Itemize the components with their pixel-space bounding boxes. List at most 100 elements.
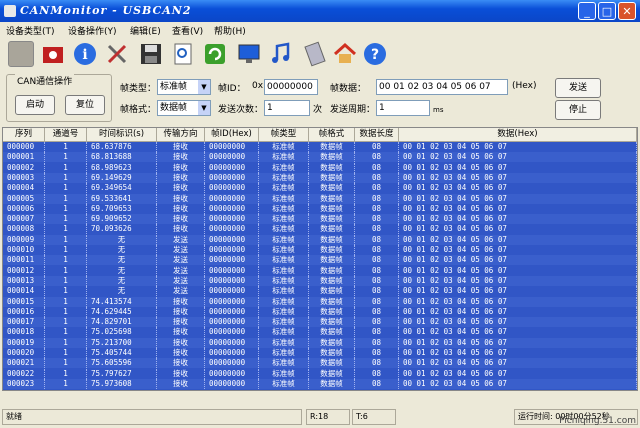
menu-help[interactable]: 帮助(H) (214, 24, 246, 37)
cell-timestamp: 无 (87, 275, 157, 286)
frame-data-input[interactable]: 00 01 02 03 04 05 06 07 (376, 79, 508, 95)
cell-timestamp: 69.149629 (87, 172, 157, 183)
menu-device-operation[interactable]: 设备操作(Y) (68, 24, 117, 37)
table-row[interactable]: 000004 1 69.349654 接收 00000000 标准帧 数据帧 08 00 01 … (3, 183, 637, 194)
cell-data: 00 01 02 03 04 05 06 07 (399, 317, 637, 328)
preview-icon[interactable] (170, 41, 196, 67)
frame-type-select[interactable]: 标准帧 ▼ (157, 79, 211, 95)
cell-timestamp: 74.413574 (87, 296, 157, 307)
cell-channel: 1 (45, 265, 87, 276)
maximize-button[interactable]: □ (598, 2, 616, 20)
info-icon[interactable]: i (72, 41, 98, 67)
frame-format-select[interactable]: 数据帧 ▼ (157, 100, 211, 116)
table-row[interactable]: 000013 1 无发送 00000000 标准帧 数据帧 08 00 01 02 03 04… (3, 275, 637, 286)
record-icon[interactable] (40, 41, 66, 67)
header-frame-format[interactable]: 帧格式 (309, 128, 355, 141)
table-row[interactable]: 000001 1 68.813688 接收 00000000 标准帧 数据帧 08 00 01 … (3, 152, 637, 163)
cell-timestamp: 69.709653 (87, 203, 157, 214)
send-button[interactable]: 发送 (555, 78, 601, 98)
cell-frame-type: 标准帧 (259, 348, 309, 358)
header-data[interactable]: 数据(Hex) (399, 128, 637, 141)
home-icon[interactable] (332, 41, 358, 67)
can-operation-group: CAN通信操作 启动 复位 (6, 74, 112, 122)
table-row[interactable]: 000010 1 无发送 00000000 标准帧 数据帧 08 00 01 02 03 04… (3, 245, 637, 255)
table-row[interactable]: 000009 1 无发送 00000000 标准帧 数据帧 08 00 01 02 03 04… (3, 234, 637, 245)
cell-frame-id: 00000000 (205, 327, 259, 338)
table-row[interactable]: 000021 1 75.605596 接收 00000000 标准帧 数据帧 08 00 01 … (3, 358, 637, 369)
table-row[interactable]: 000014 1 无发送 00000000 标准帧 数据帧 08 00 01 02 03 04… (3, 286, 637, 297)
menu-edit[interactable]: 编辑(E) (130, 24, 161, 37)
table-row[interactable]: 000020 1 75.405744 接收 00000000 标准帧 数据帧 08 00 01 … (3, 348, 637, 358)
table-row[interactable]: 000006 1 69.709653 接收 00000000 标准帧 数据帧 08 00 01 … (3, 203, 637, 214)
cell-seq: 000011 (3, 255, 45, 266)
header-direction[interactable]: 传输方向 (157, 128, 205, 141)
cell-frame-id: 00000000 (205, 245, 259, 255)
cell-timestamp: 无 (87, 255, 157, 266)
monitor-icon[interactable] (236, 41, 262, 67)
cell-frame-format: 数据帧 (309, 286, 355, 297)
help-icon[interactable]: ? (362, 41, 388, 67)
tools-icon[interactable] (104, 41, 130, 67)
cell-channel: 1 (45, 214, 87, 225)
message-table[interactable]: 序列 通道号 时间标识(s) 传输方向 帧ID(Hex) 帧类型 帧格式 数据长度 数据(Hex… (2, 127, 638, 391)
send-count-input[interactable]: 1 (264, 100, 310, 116)
cell-direction: 接收 (157, 152, 205, 163)
close-button[interactable]: ✕ (618, 2, 636, 20)
cell-seq: 000017 (3, 317, 45, 328)
save-icon[interactable] (138, 41, 164, 67)
cell-frame-format: 数据帧 (309, 172, 355, 183)
svg-text:?: ? (371, 47, 379, 63)
calculator-icon[interactable] (302, 41, 328, 67)
cell-direction: 接收 (157, 337, 205, 348)
table-row[interactable]: 000016 1 74.629445 接收 00000000 标准帧 数据帧 08 00 01 … (3, 306, 637, 317)
table-row[interactable]: 000015 1 74.413574 接收 00000000 标准帧 数据帧 08 00 01 … (3, 296, 637, 307)
stop-button[interactable]: 停止 (555, 100, 601, 120)
cell-timestamp: 75.025698 (87, 327, 157, 338)
header-frame-id[interactable]: 帧ID(Hex) (205, 128, 259, 141)
table-row[interactable]: 000012 1 无发送 00000000 标准帧 数据帧 08 00 01 02 03 04… (3, 265, 637, 276)
menu-view[interactable]: 查看(V) (172, 24, 203, 37)
minimize-button[interactable]: _ (578, 2, 596, 20)
cell-data-length: 08 (355, 234, 399, 245)
cell-direction: 接收 (157, 142, 205, 152)
cell-direction: 接收 (157, 348, 205, 358)
stop-icon[interactable] (8, 41, 34, 67)
table-row[interactable]: 000007 1 69.909652 接收 00000000 标准帧 数据帧 08 00 01 … (3, 214, 637, 225)
table-row[interactable]: 000005 1 69.533641 接收 00000000 标准帧 数据帧 08 00 01 … (3, 193, 637, 204)
cell-timestamp: 68.813688 (87, 152, 157, 163)
menu-device-type[interactable]: 设备类型(T) (6, 24, 55, 37)
music-icon[interactable] (268, 41, 294, 67)
table-body[interactable]: 000000 1 68.637876 接收 00000000 标准帧 数据帧 08 00 01 … (3, 142, 637, 390)
table-row[interactable]: 000011 1 无发送 00000000 标准帧 数据帧 08 00 01 02 03 04… (3, 255, 637, 266)
cell-data: 00 01 02 03 04 05 06 07 (399, 348, 637, 358)
cell-frame-id: 00000000 (205, 193, 259, 204)
table-row[interactable]: 000008 1 70.093626 接收 00000000 标准帧 数据帧 08 00 01 … (3, 224, 637, 235)
start-button[interactable]: 启动 (15, 95, 55, 115)
cell-data-length: 08 (355, 142, 399, 152)
header-seq[interactable]: 序列 (3, 128, 45, 141)
table-row[interactable]: 000003 1 69.149629 接收 00000000 标准帧 数据帧 08 00 01 … (3, 172, 637, 183)
cell-data: 00 01 02 03 04 05 06 07 (399, 275, 637, 286)
header-data-length[interactable]: 数据长度 (355, 128, 399, 141)
table-row[interactable]: 000000 1 68.637876 接收 00000000 标准帧 数据帧 08 00 01 … (3, 142, 637, 152)
cell-frame-id: 00000000 (205, 358, 259, 369)
refresh-icon[interactable] (202, 41, 228, 67)
cell-frame-format: 数据帧 (309, 337, 355, 348)
frame-format-label: 帧格式： (120, 105, 157, 115)
table-row[interactable]: 000022 1 75.797627 接收 00000000 标准帧 数据帧 08 00 01 … (3, 368, 637, 379)
header-frame-type[interactable]: 帧类型 (259, 128, 309, 141)
table-row[interactable]: 000018 1 75.025698 接收 00000000 标准帧 数据帧 08 00 01 … (3, 327, 637, 338)
table-row[interactable]: 000002 1 68.989623 接收 00000000 标准帧 数据帧 08 00 01 … (3, 162, 637, 173)
header-channel[interactable]: 通道号 (45, 128, 87, 141)
cell-channel: 1 (45, 275, 87, 286)
cell-timestamp: 69.533641 (87, 193, 157, 204)
frame-id-input[interactable]: 00000000 (264, 79, 318, 95)
table-row[interactable]: 000017 1 74.829701 接收 00000000 标准帧 数据帧 08 00 01 … (3, 317, 637, 328)
cell-data-length: 08 (355, 172, 399, 183)
send-period-input[interactable]: 1 (376, 100, 430, 116)
cell-data: 00 01 02 03 04 05 06 07 (399, 368, 637, 379)
table-row[interactable]: 000023 1 75.973608 接收 00000000 标准帧 数据帧 08 00 01 … (3, 378, 637, 389)
table-row[interactable]: 000019 1 75.213700 接收 00000000 标准帧 数据帧 08 00 01 … (3, 337, 637, 348)
reset-button[interactable]: 复位 (65, 95, 105, 115)
header-timestamp[interactable]: 时间标识(s) (87, 128, 157, 141)
